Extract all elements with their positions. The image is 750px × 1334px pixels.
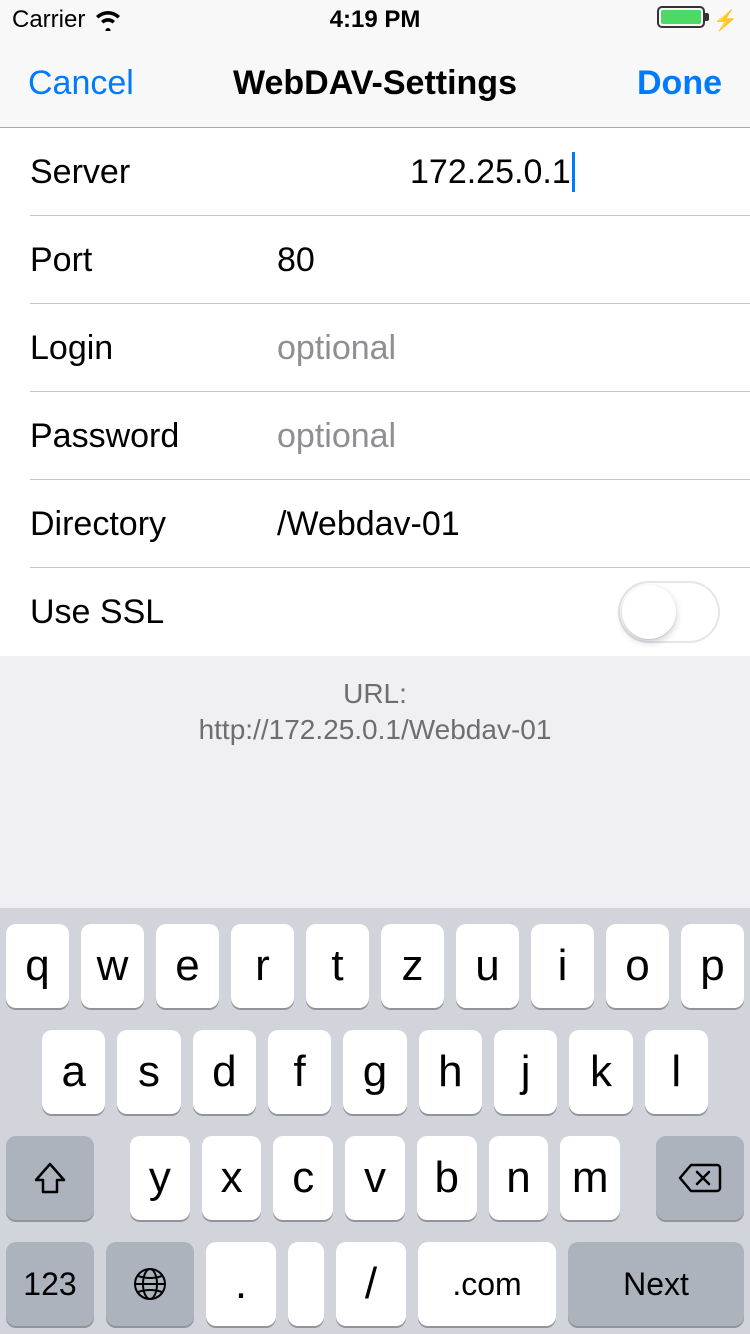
nav-bar: Cancel WebDAV-Settings Done bbox=[0, 40, 750, 128]
key-p[interactable]: p bbox=[681, 924, 744, 1008]
key-m[interactable]: m bbox=[560, 1136, 620, 1220]
port-label: Port bbox=[30, 241, 277, 280]
key-v[interactable]: v bbox=[345, 1136, 405, 1220]
status-right: ⚡ bbox=[657, 6, 738, 35]
key-w[interactable]: w bbox=[81, 924, 144, 1008]
key-shift[interactable] bbox=[6, 1136, 94, 1220]
keyboard-row-2: a s d f g h j k l bbox=[6, 1030, 744, 1114]
key-slash[interactable]: / bbox=[336, 1242, 406, 1326]
port-row[interactable]: Port bbox=[0, 216, 750, 304]
password-label: Password bbox=[30, 417, 277, 456]
key-f[interactable]: f bbox=[268, 1030, 331, 1114]
directory-input[interactable] bbox=[277, 505, 720, 544]
ssl-row: Use SSL bbox=[0, 568, 750, 656]
key-com[interactable]: .com bbox=[418, 1242, 556, 1326]
directory-label: Directory bbox=[30, 505, 277, 544]
key-b[interactable]: b bbox=[417, 1136, 477, 1220]
wifi-icon bbox=[93, 9, 123, 31]
cancel-button[interactable]: Cancel bbox=[28, 64, 134, 103]
port-input[interactable] bbox=[277, 241, 720, 280]
carrier-label: Carrier bbox=[12, 6, 85, 34]
status-bar: Carrier 4:19 PM ⚡ bbox=[0, 0, 750, 40]
key-next[interactable]: Next bbox=[568, 1242, 744, 1326]
key-u[interactable]: u bbox=[456, 924, 519, 1008]
key-r[interactable]: r bbox=[231, 924, 294, 1008]
shift-icon bbox=[30, 1158, 70, 1198]
login-label: Login bbox=[30, 329, 277, 368]
key-k[interactable]: k bbox=[569, 1030, 632, 1114]
key-x[interactable]: x bbox=[202, 1136, 262, 1220]
toggle-knob bbox=[622, 585, 676, 639]
key-y[interactable]: y bbox=[130, 1136, 190, 1220]
key-globe[interactable] bbox=[106, 1242, 194, 1326]
key-z[interactable]: z bbox=[381, 924, 444, 1008]
url-label: URL: bbox=[30, 676, 720, 712]
key-g[interactable]: g bbox=[343, 1030, 406, 1114]
done-button[interactable]: Done bbox=[637, 64, 722, 103]
keyboard: q w e r t z u i o p a s d f g h j k l y … bbox=[0, 908, 750, 1334]
server-value: 172.25.0.1 bbox=[410, 153, 571, 192]
keyboard-row-4: 123 . / .com Next bbox=[6, 1242, 744, 1326]
key-t[interactable]: t bbox=[306, 924, 369, 1008]
text-cursor bbox=[572, 152, 575, 192]
key-backspace[interactable] bbox=[656, 1136, 744, 1220]
login-row[interactable]: Login bbox=[0, 304, 750, 392]
ssl-label: Use SSL bbox=[30, 593, 618, 632]
keyboard-row-1: q w e r t z u i o p bbox=[6, 924, 744, 1008]
key-c[interactable]: c bbox=[273, 1136, 333, 1220]
login-input[interactable] bbox=[277, 329, 720, 368]
key-n[interactable]: n bbox=[489, 1136, 549, 1220]
key-a[interactable]: a bbox=[42, 1030, 105, 1114]
battery-icon bbox=[657, 6, 705, 35]
password-row[interactable]: Password bbox=[0, 392, 750, 480]
server-row[interactable]: Server 172.25.0.1 bbox=[0, 128, 750, 216]
server-input[interactable]: 172.25.0.1 bbox=[410, 152, 720, 192]
status-left: Carrier bbox=[12, 6, 123, 34]
key-o[interactable]: o bbox=[606, 924, 669, 1008]
globe-icon bbox=[130, 1264, 170, 1304]
key-d[interactable]: d bbox=[193, 1030, 256, 1114]
key-j[interactable]: j bbox=[494, 1030, 557, 1114]
url-value: http://172.25.0.1/Webdav-01 bbox=[30, 712, 720, 748]
charging-icon: ⚡ bbox=[713, 8, 738, 33]
key-space[interactable] bbox=[288, 1242, 324, 1326]
key-l[interactable]: l bbox=[645, 1030, 708, 1114]
settings-form: Server 172.25.0.1 Port Login Password Di… bbox=[0, 128, 750, 656]
directory-row[interactable]: Directory bbox=[0, 480, 750, 568]
keyboard-row-3: y x c v b n m bbox=[6, 1136, 744, 1220]
key-s[interactable]: s bbox=[117, 1030, 180, 1114]
key-123[interactable]: 123 bbox=[6, 1242, 94, 1326]
backspace-icon bbox=[677, 1161, 723, 1195]
page-title: WebDAV-Settings bbox=[233, 64, 517, 103]
url-footer: URL: http://172.25.0.1/Webdav-01 bbox=[0, 656, 750, 769]
key-e[interactable]: e bbox=[156, 924, 219, 1008]
ssl-toggle[interactable] bbox=[618, 581, 720, 643]
status-time: 4:19 PM bbox=[330, 6, 421, 34]
key-q[interactable]: q bbox=[6, 924, 69, 1008]
password-input[interactable] bbox=[277, 417, 720, 456]
server-label: Server bbox=[30, 153, 410, 192]
key-dot[interactable]: . bbox=[206, 1242, 276, 1326]
key-i[interactable]: i bbox=[531, 924, 594, 1008]
key-h[interactable]: h bbox=[419, 1030, 482, 1114]
